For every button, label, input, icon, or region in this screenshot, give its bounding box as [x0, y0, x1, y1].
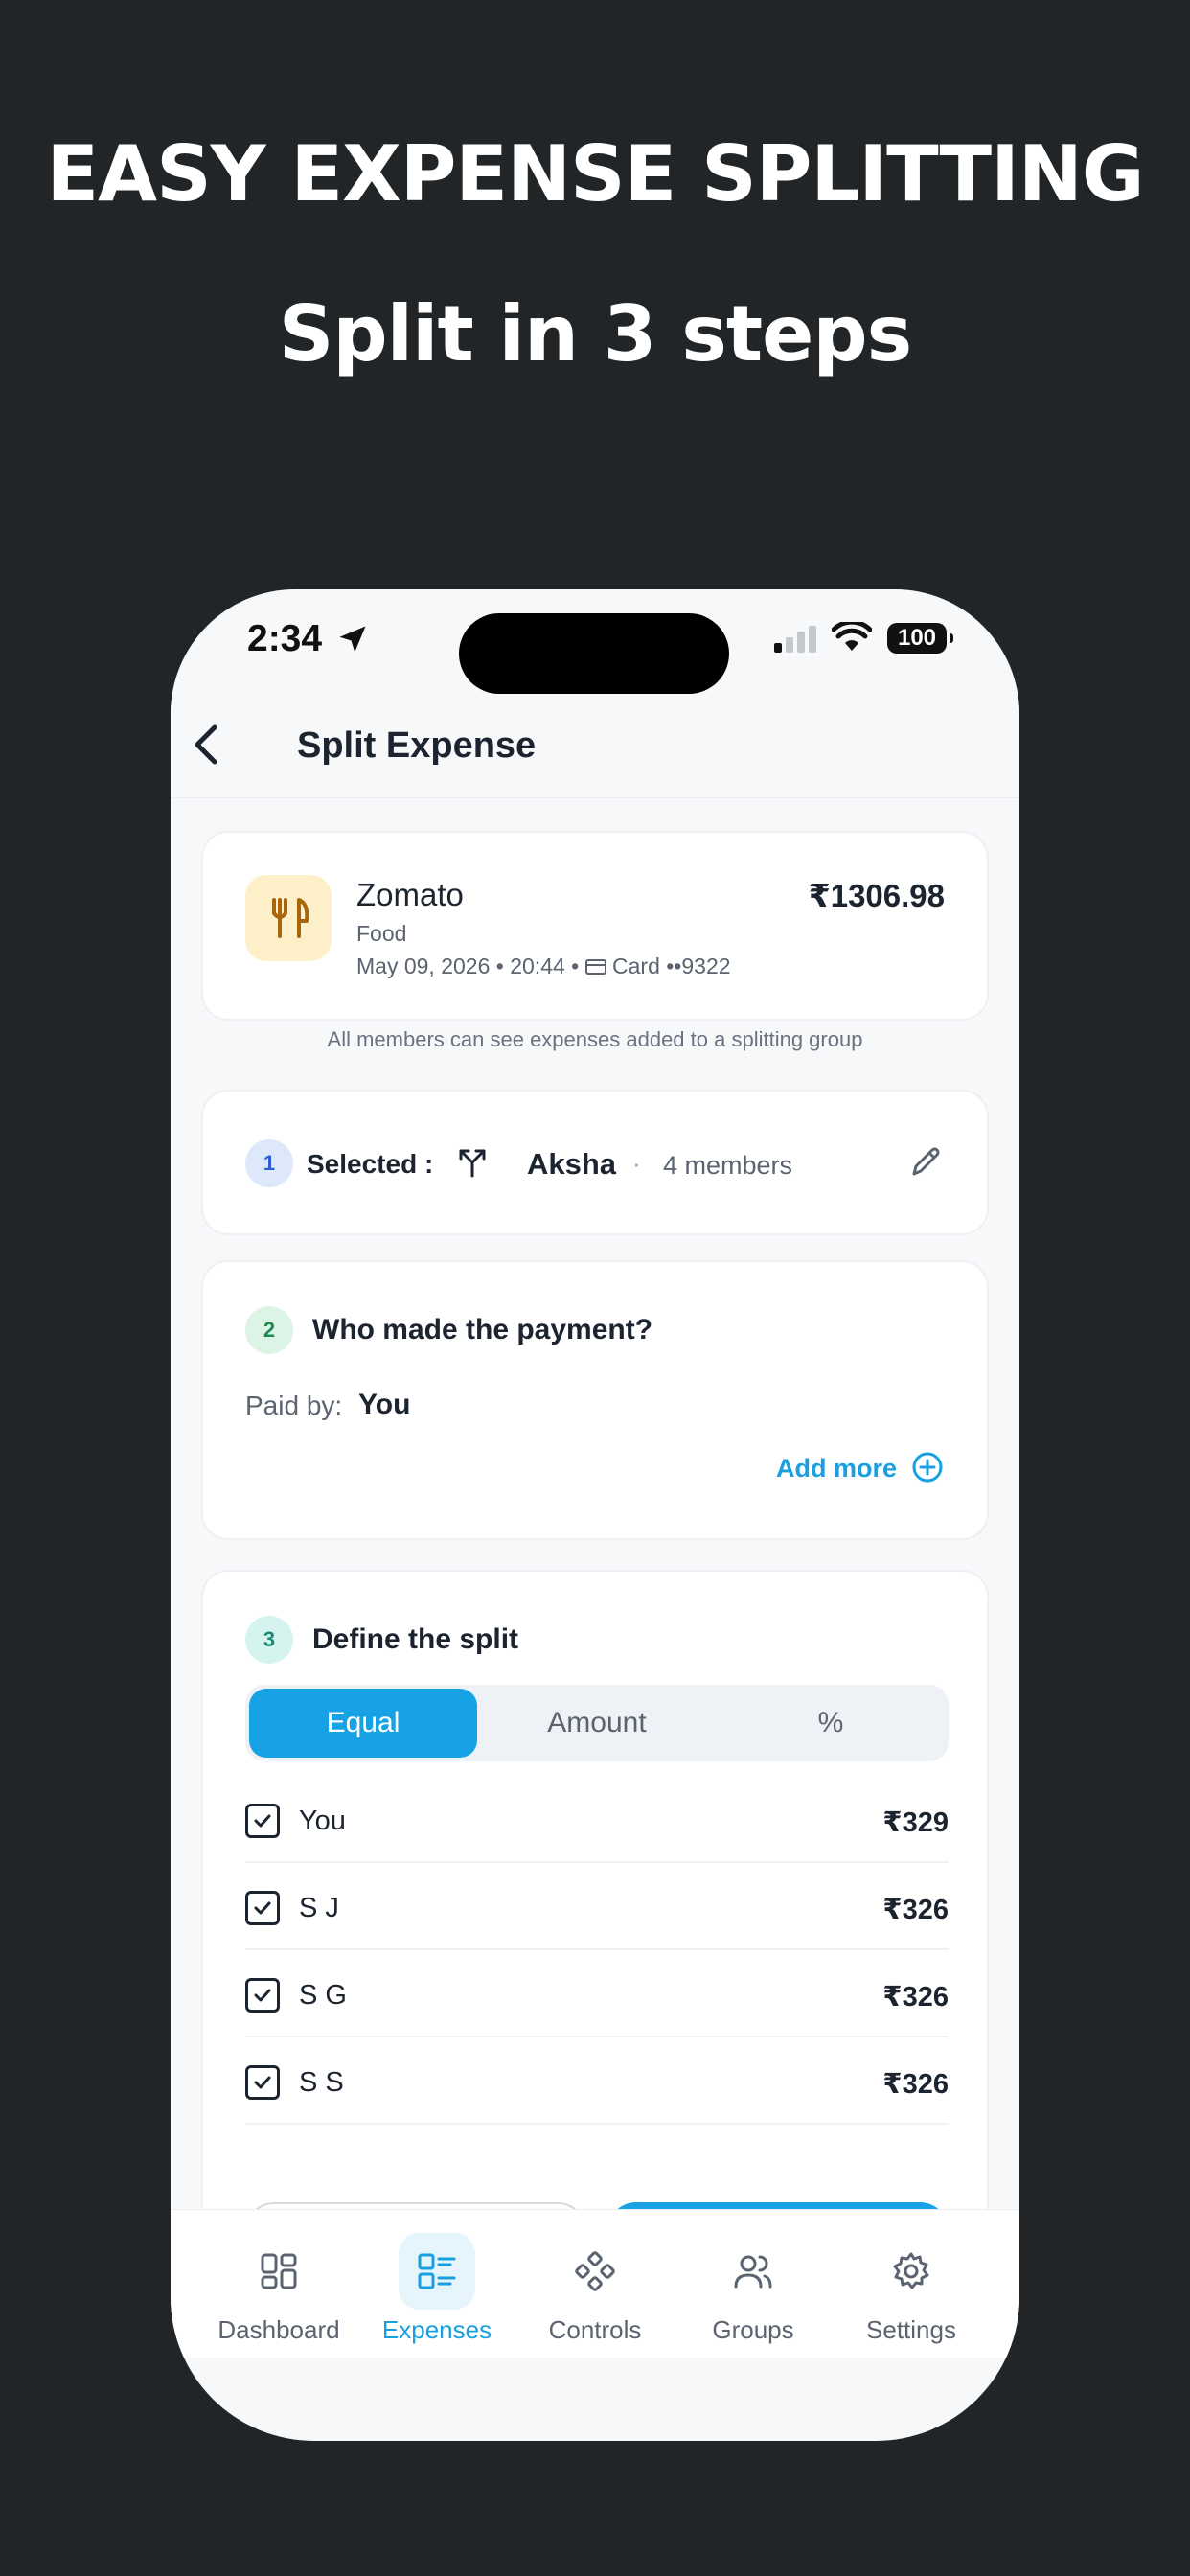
tab-label: Dashboard: [217, 2315, 340, 2344]
expenses-icon: [399, 2233, 475, 2310]
battery-indicator: 100: [887, 623, 953, 654]
check-icon: [254, 1814, 271, 1828]
member-row[interactable]: S G ₹326: [245, 1951, 949, 2037]
member-name: S G: [299, 1980, 347, 2011]
tab-label: Groups: [712, 2315, 794, 2344]
tab-expenses[interactable]: Expenses: [358, 2233, 515, 2348]
tab-groups[interactable]: Groups: [675, 2233, 832, 2348]
member-checkbox[interactable]: [245, 1891, 280, 1925]
define-split-card: 3 Define the split Equal Amount % You ₹3…: [201, 1570, 989, 2260]
controls-icon: [557, 2233, 633, 2310]
member-row[interactable]: You ₹329: [245, 1777, 949, 1863]
add-more-button[interactable]: Add more: [776, 1454, 897, 1484]
separator-dot: ·: [632, 1149, 641, 1178]
payment-method: Card ••9322: [612, 954, 731, 978]
step-badge-1: 1: [245, 1139, 293, 1187]
plus-circle-icon[interactable]: [910, 1450, 945, 1484]
payer-question: Who made the payment?: [312, 1314, 653, 1346]
phone-frame: 2:34 100 Split Expense Zomato Food May 0…: [171, 589, 1019, 2441]
member-checkbox[interactable]: [245, 1804, 280, 1838]
step-badge-3: 3: [245, 1616, 293, 1664]
selected-label: Selected :: [307, 1149, 434, 1179]
member-name: S S: [299, 2067, 344, 2098]
paid-by-label: Paid by:: [245, 1391, 343, 1420]
pencil-edit-icon[interactable]: [906, 1143, 945, 1182]
expense-category: Food: [356, 921, 407, 946]
member-row[interactable]: S S ₹326: [245, 2038, 949, 2125]
settings-icon: [873, 2233, 950, 2310]
dynamic-island: [459, 613, 729, 694]
promo-headline: EASY EXPENSE SPLITTING: [46, 129, 1145, 218]
bottom-tab-bar: Dashboard Expenses Controls Groups Setti…: [171, 2209, 1019, 2358]
fork-knife-icon: [245, 875, 332, 961]
member-name: You: [299, 1806, 346, 1836]
member-name: S J: [299, 1893, 339, 1923]
member-amount: ₹326: [882, 1895, 949, 1925]
tab-dashboard[interactable]: Dashboard: [200, 2233, 357, 2348]
member-checkbox[interactable]: [245, 2065, 280, 2100]
wifi-icon: [832, 622, 872, 651]
payer-card: 2 Who made the payment? Paid by: You Add…: [201, 1260, 989, 1540]
groups-icon: [715, 2233, 791, 2310]
meta-separator: •: [571, 954, 585, 978]
member-amount: ₹326: [882, 1982, 949, 2012]
cellular-signal-icon: [774, 626, 816, 653]
member-count: 4 members: [663, 1151, 793, 1180]
page-title: Split Expense: [297, 725, 537, 766]
paid-by-value[interactable]: You: [358, 1389, 410, 1421]
split-arrows-icon: [459, 1149, 486, 1178]
check-icon: [254, 1901, 271, 1915]
step-badge-2: 2: [245, 1306, 293, 1354]
expense-meta: May 09, 2026 • 20:44 • Card ••9322: [356, 954, 731, 979]
top-navigation-bar: Split Expense: [171, 695, 1019, 798]
member-row[interactable]: S J ₹326: [245, 1864, 949, 1950]
member-checkbox[interactable]: [245, 1978, 280, 2012]
member-amount: ₹326: [882, 2069, 949, 2100]
split-mode-equal[interactable]: Equal: [249, 1689, 477, 1758]
expense-amount: ₹1306.98: [808, 878, 945, 913]
tab-label: Settings: [866, 2315, 956, 2344]
split-mode-selector: Equal Amount %: [245, 1685, 949, 1761]
dashboard-icon: [240, 2233, 317, 2310]
tab-controls[interactable]: Controls: [516, 2233, 674, 2348]
split-mode-percent[interactable]: %: [717, 1689, 945, 1758]
member-amount: ₹329: [882, 1807, 949, 1838]
promo-subheadline: Split in 3 steps: [278, 289, 913, 379]
meta-separator: •: [495, 954, 511, 978]
tab-label: Expenses: [381, 2315, 492, 2344]
tab-settings[interactable]: Settings: [833, 2233, 990, 2348]
status-bar: 2:34 100: [171, 589, 1019, 704]
split-mode-amount[interactable]: Amount: [483, 1689, 711, 1758]
group-visibility-note: All members can see expenses added to a …: [327, 1027, 863, 1051]
location-arrow-icon: [339, 626, 366, 653]
merchant-name: Zomato: [356, 877, 464, 912]
status-time: 2:34: [247, 618, 323, 659]
back-chevron-icon[interactable]: [176, 716, 234, 773]
selected-group-card[interactable]: 1 Selected : Aksha · 4 members: [201, 1090, 989, 1235]
group-name: Aksha: [527, 1147, 617, 1181]
expense-date: May 09, 2026: [356, 954, 491, 978]
expense-time: 20:44: [510, 954, 565, 978]
expense-summary-card[interactable]: Zomato Food May 09, 2026 • 20:44 • Card …: [201, 831, 989, 1021]
check-icon: [254, 1989, 271, 2002]
tab-label: Controls: [548, 2315, 642, 2344]
split-title: Define the split: [312, 1623, 519, 1655]
check-icon: [254, 2076, 271, 2089]
card-icon: [584, 959, 606, 975]
